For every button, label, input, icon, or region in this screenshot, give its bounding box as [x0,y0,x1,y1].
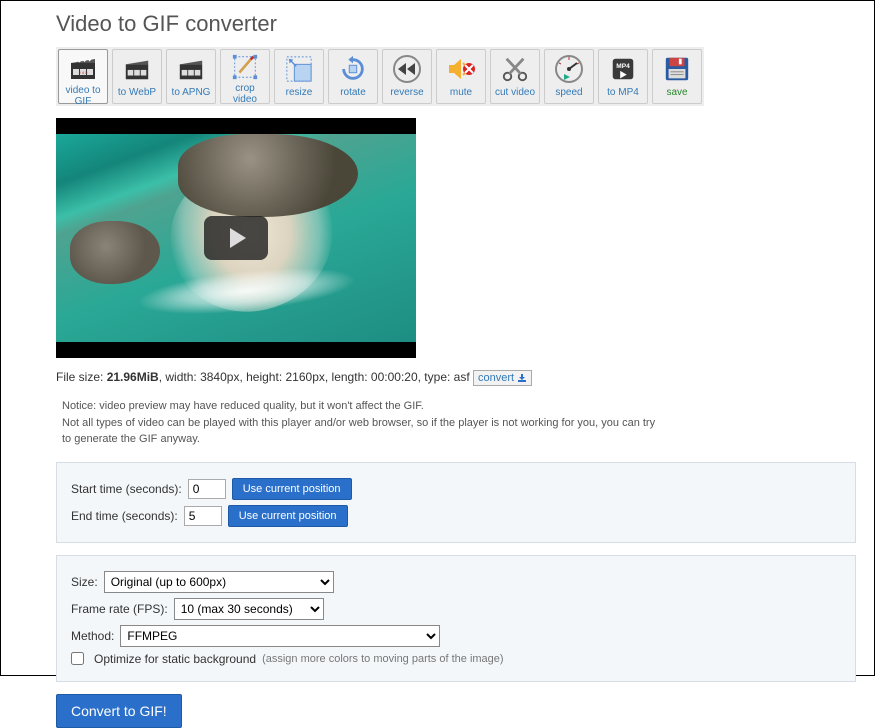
video-preview[interactable] [56,118,416,358]
tool-label: resize [286,87,313,98]
tool-label: speed [555,87,582,98]
method-label: Method: [71,629,114,643]
fps-select[interactable]: 10 (max 30 seconds) [174,598,324,620]
type-value: asf [454,370,470,384]
tool-speed[interactable]: speed [544,49,594,104]
resize-icon [283,53,315,85]
clapperboard-icon: 2 4 5 [67,53,99,83]
optimize-hint: (assign more colors to moving parts of t… [262,653,504,665]
tool-to-mp4[interactable]: MP4 to MP4 [598,49,648,104]
width-value: 3840px [200,370,239,384]
tool-label: to APNG [172,87,211,98]
tool-save[interactable]: save [652,49,702,104]
time-panel: Start time (seconds): Use current positi… [56,462,856,543]
start-time-input[interactable] [188,479,226,499]
tool-video-to-gif[interactable]: 2 4 5 video to GIF [58,49,108,104]
tool-label: rotate [340,87,366,98]
page-title: Video to GIF converter [56,11,856,37]
size-select[interactable]: Original (up to 600px) [104,571,334,593]
floppy-disk-icon [661,53,693,85]
rotate-icon [337,53,369,85]
settings-panel: Size: Original (up to 600px) Frame rate … [56,555,856,682]
use-current-end-button[interactable]: Use current position [228,505,348,527]
tool-label: cut video [495,87,535,98]
tool-crop-video[interactable]: crop video [220,49,270,104]
type-label: , type: [418,370,451,384]
tool-label: save [666,87,687,98]
tool-label: to MP4 [607,87,639,98]
tool-to-webp[interactable]: to WebP [112,49,162,104]
tool-to-apng[interactable]: to APNG [166,49,216,104]
use-current-start-button[interactable]: Use current position [232,478,352,500]
tool-label: crop video [222,83,268,105]
notice-line1: Notice: video preview may have reduced q… [62,400,424,412]
tool-resize[interactable]: resize [274,49,324,104]
play-button[interactable] [204,216,268,260]
clapperboard-icon [175,53,207,85]
filesize-label: File size: [56,370,107,384]
width-label: , width: [159,370,197,384]
length-label: , length: [325,370,368,384]
tool-label: reverse [390,87,423,98]
length-value: 00:00:20 [371,370,418,384]
tool-cut-video[interactable]: cut video [490,49,540,104]
size-label: Size: [71,575,98,589]
filesize-value: 21.96MiB [107,370,159,384]
end-time-label: End time (seconds): [71,509,178,523]
download-icon [517,373,527,383]
tool-mute[interactable]: mute [436,49,486,104]
rewind-icon [391,53,423,85]
height-value: 2160px [286,370,325,384]
mute-icon [445,53,477,85]
mp4-icon: MP4 [607,53,639,85]
toolbar: 2 4 5 video to GIF to WebP to APNG crop … [56,47,704,106]
tool-reverse[interactable]: reverse [382,49,432,104]
start-time-label: Start time (seconds): [71,482,182,496]
clapperboard-icon [121,53,153,85]
crop-icon [229,53,261,81]
tool-label: mute [450,87,472,98]
svg-text:MP4: MP4 [616,63,630,70]
end-time-input[interactable] [184,506,222,526]
notice-line2: Not all types of video can be played wit… [62,417,655,446]
play-icon [230,228,246,248]
convert-link[interactable]: convert [473,370,532,386]
scissors-icon [499,53,531,85]
convert-link-label: convert [478,372,514,384]
fps-label: Frame rate (FPS): [71,602,168,616]
convert-button[interactable]: Convert to GIF! [56,694,182,728]
file-info: File size: 21.96MiB, width: 3840px, heig… [56,370,856,386]
height-label: , height: [239,370,282,384]
tool-label: to WebP [118,87,156,98]
tool-rotate[interactable]: rotate [328,49,378,104]
tool-label: video to GIF [60,85,106,107]
svg-text:2 4 5: 2 4 5 [79,70,89,75]
optimize-checkbox[interactable] [71,652,84,665]
speedometer-icon [553,53,585,85]
optimize-label: Optimize for static background [94,652,256,666]
method-select[interactable]: FFMPEG [120,625,440,647]
notice-text: Notice: video preview may have reduced q… [62,398,662,448]
